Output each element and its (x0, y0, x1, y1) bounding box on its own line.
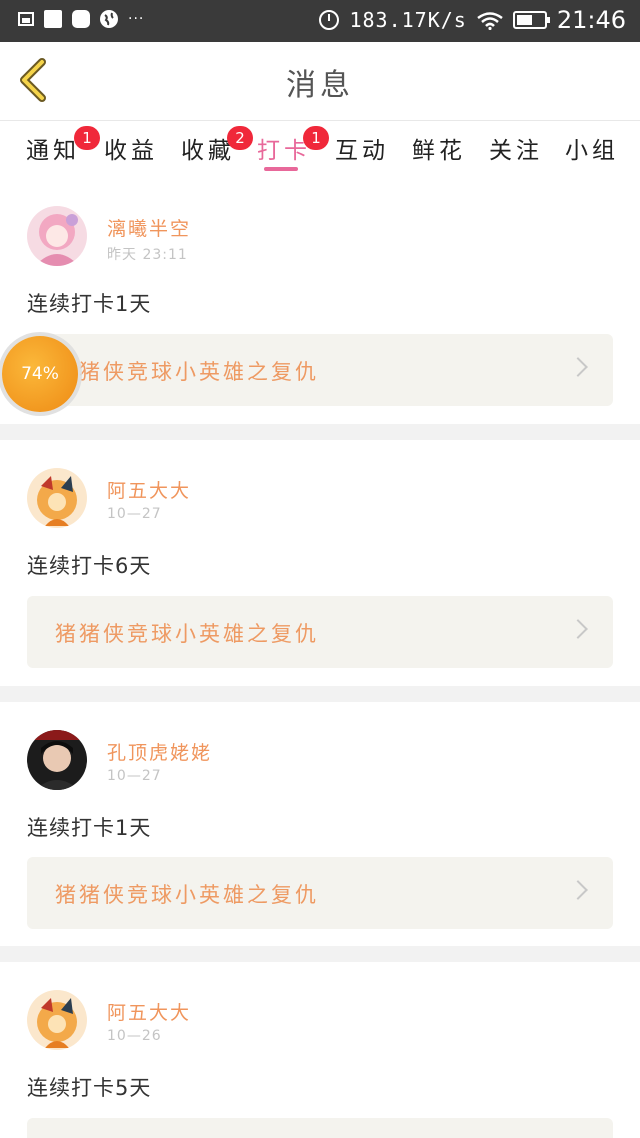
message-card: 阿五大大 10—26 连续打卡5天 (0, 962, 640, 1138)
card-divider (0, 686, 640, 702)
status-right: 183.17K/s 21:46 (319, 6, 626, 34)
unread-badge: 1 (74, 126, 100, 150)
chevron-right-icon (568, 880, 588, 900)
tab-label: 通知 (26, 138, 80, 164)
timestamp: 10—27 (107, 768, 162, 784)
username[interactable]: 漓曦半空 (107, 214, 191, 241)
avatar[interactable] (27, 730, 87, 790)
card-divider (0, 424, 640, 440)
tab-label: 互动 (335, 138, 389, 164)
status-left-icons: ··· (18, 10, 144, 28)
chevron-right-icon (568, 357, 588, 377)
square-icon (44, 10, 62, 28)
tab-label: 收益 (104, 138, 158, 164)
tab-favorites[interactable]: 收藏 2 (181, 126, 253, 165)
tab-checkin[interactable]: 打卡 1 (257, 126, 329, 165)
tab-flowers[interactable]: 鲜花 (412, 131, 466, 165)
message-text: 连续打卡1天 (27, 292, 152, 316)
avatar[interactable] (27, 468, 87, 528)
rounded-square-icon (72, 10, 90, 28)
page-title: 消息 (286, 68, 354, 103)
unread-badge: 2 (227, 126, 253, 150)
message-text: 连续打卡5天 (27, 1076, 152, 1100)
globe-icon (100, 10, 118, 28)
message-card: 漓曦半空 昨天 23:11 连续打卡1天 猪猪侠竞球小英雄之复仇 (0, 190, 640, 424)
unread-badge: 1 (303, 126, 329, 150)
active-tab-indicator (264, 167, 298, 171)
work-link[interactable]: 猪猪侠竞球小英雄之复仇 (27, 596, 613, 668)
timestamp: 昨天 23:11 (107, 247, 188, 263)
alarm-icon (319, 10, 340, 30)
tab-interaction[interactable]: 互动 (335, 131, 389, 165)
clock-time: 21:46 (556, 6, 626, 34)
tab-earnings[interactable]: 收益 (104, 131, 158, 165)
username[interactable]: 阿五大大 (107, 998, 191, 1025)
timestamp: 10—27 (107, 506, 162, 522)
tab-groups[interactable]: 小组 (565, 131, 619, 165)
card-divider (0, 946, 640, 962)
work-link[interactable] (27, 1118, 613, 1138)
username[interactable]: 阿五大大 (107, 476, 191, 503)
network-speed: 183.17K/s (349, 8, 467, 32)
more-notifications-icon: ··· (128, 11, 145, 27)
avatar[interactable] (27, 990, 87, 1050)
message-text: 连续打卡6天 (27, 554, 152, 578)
work-link-title: 猪猪侠竞球小英雄之复仇 (55, 622, 319, 646)
work-link[interactable]: 猪猪侠竞球小英雄之复仇 (27, 334, 613, 406)
username[interactable]: 孔顶虎姥姥 (107, 738, 212, 765)
tab-label: 小组 (565, 138, 619, 164)
tab-label: 鲜花 (412, 138, 466, 164)
battery-icon (512, 11, 550, 29)
tab-notification[interactable]: 通知 1 (26, 126, 100, 165)
app-header: 消息 (0, 42, 640, 121)
message-text: 连续打卡1天 (27, 816, 152, 840)
image-icon (18, 12, 34, 26)
tab-label: 关注 (489, 138, 543, 164)
tab-following[interactable]: 关注 (489, 131, 543, 165)
floating-progress-bubble[interactable]: 74% (2, 336, 78, 412)
work-link-title: 猪猪侠竞球小英雄之复仇 (55, 883, 319, 907)
message-card: 阿五大大 10—27 连续打卡6天 猪猪侠竞球小英雄之复仇 (0, 440, 640, 686)
avatar[interactable] (27, 206, 87, 266)
work-link-title: 猪猪侠竞球小英雄之复仇 (55, 360, 319, 384)
wifi-icon (477, 11, 503, 31)
work-link[interactable]: 猪猪侠竞球小英雄之复仇 (27, 857, 613, 929)
message-card: 孔顶虎姥姥 10—27 连续打卡1天 猪猪侠竞球小英雄之复仇 (0, 702, 640, 946)
chevron-right-icon (568, 619, 588, 639)
timestamp: 10—26 (107, 1028, 162, 1044)
status-bar: ··· 183.17K/s 21:46 (0, 0, 640, 42)
tab-bar: 通知 1 收益 收藏 2 打卡 1 互动 鲜花 关注 小组 (0, 121, 640, 177)
